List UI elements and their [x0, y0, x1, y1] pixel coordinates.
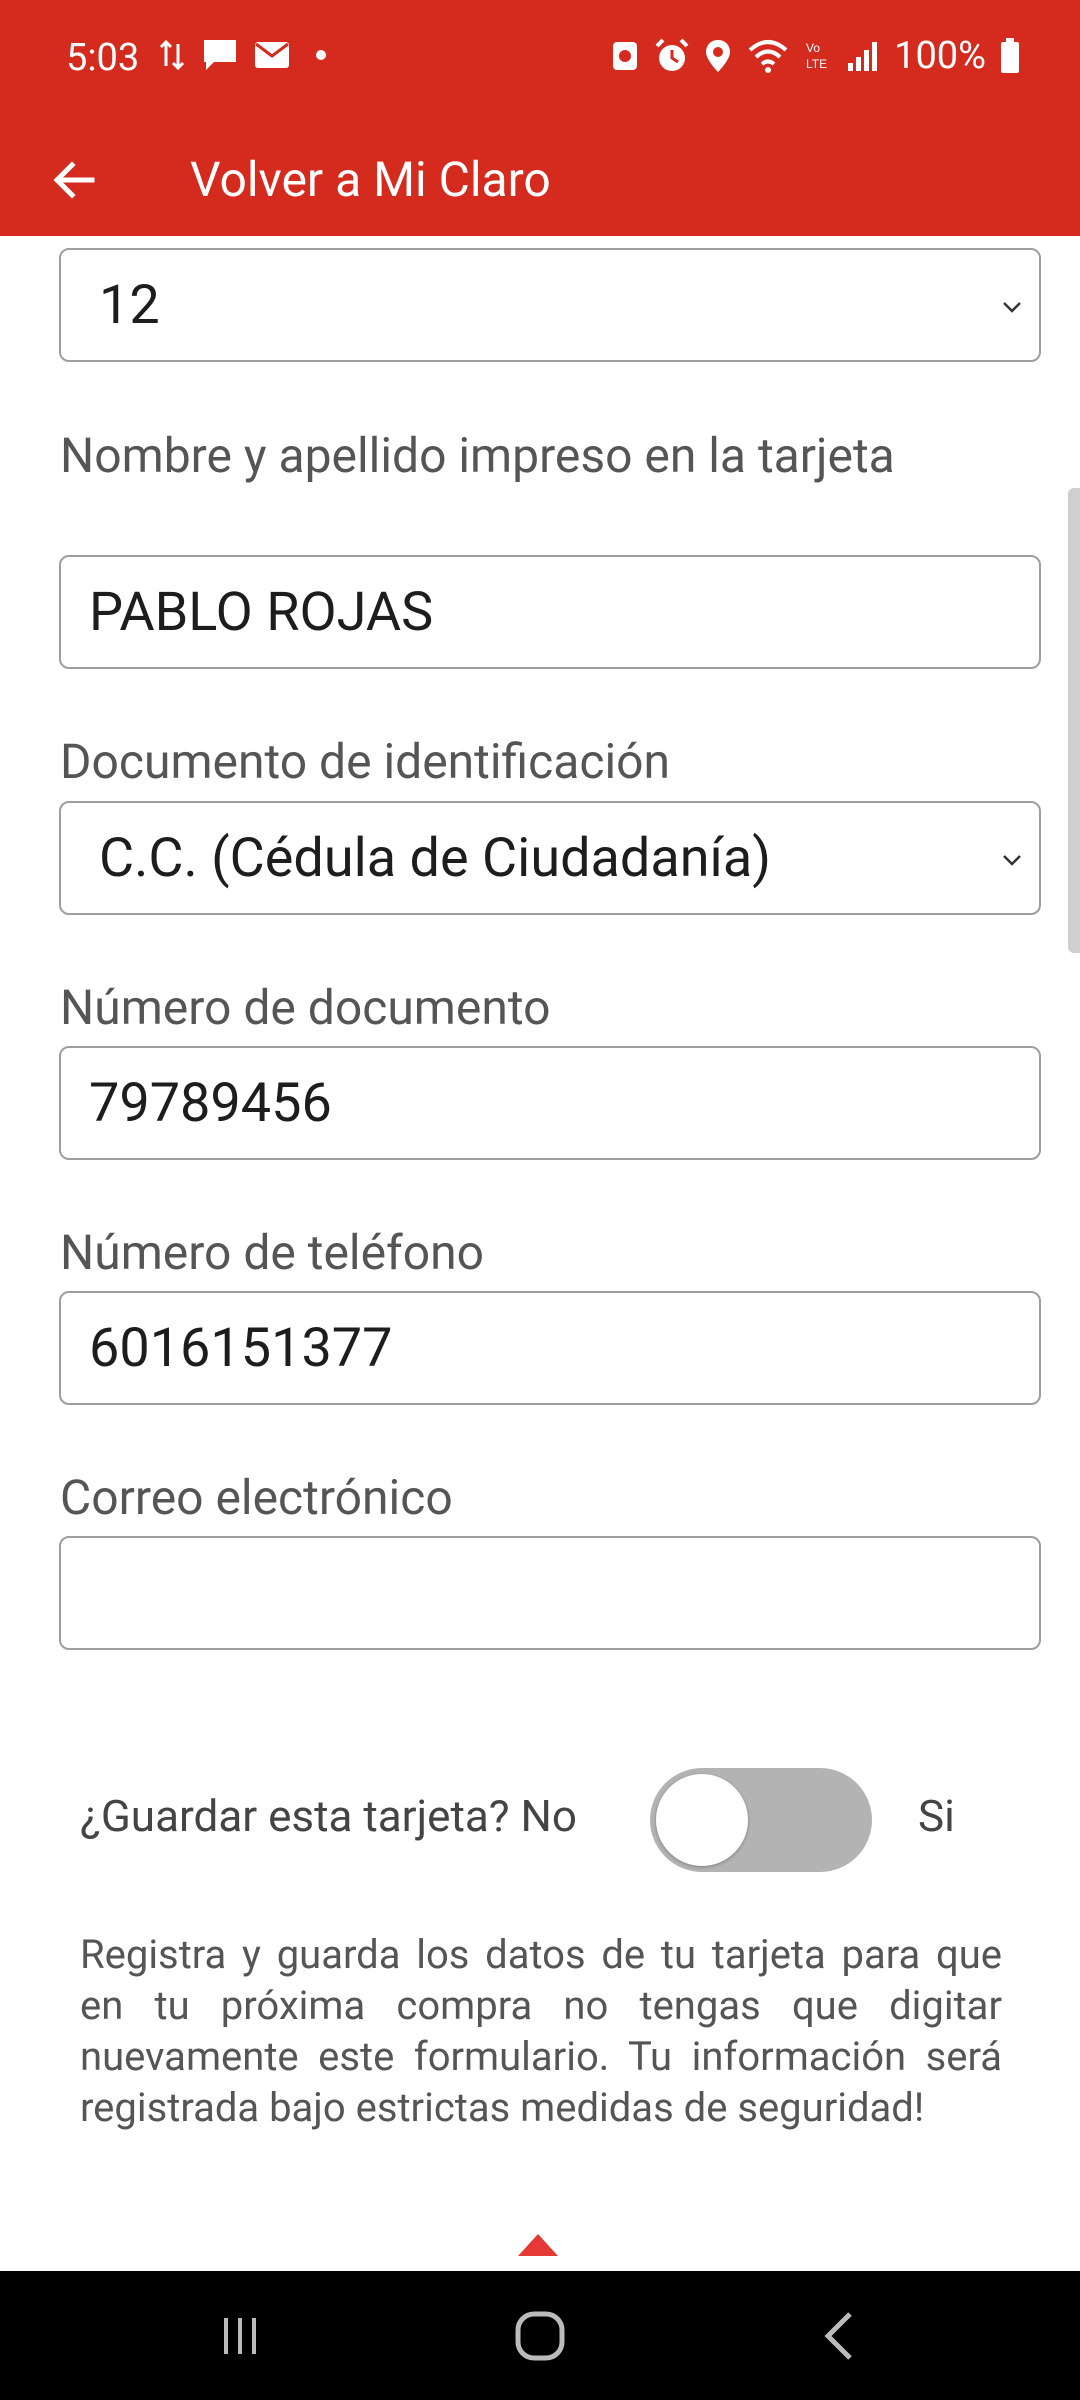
save-card-disclaimer: Registra y guarda los datos de tu tarjet… [80, 1931, 1002, 2131]
cardholder-name-value: PABLO ROJAS [89, 581, 434, 644]
location-icon [706, 40, 731, 72]
toggle-knob [656, 1774, 748, 1866]
battery-percent: 100% [894, 34, 986, 78]
status-bar: 5:03 Vo LTE 100% [0, 0, 1080, 124]
document-number-value: 79789456 [89, 1072, 332, 1135]
document-type-label: Documento de identificación [60, 733, 671, 790]
chat-icon [204, 40, 236, 70]
document-number-label: Número de documento [60, 979, 551, 1036]
scroll-up-arrow-icon[interactable] [518, 2232, 558, 2256]
volte-icon: Vo LTE [806, 41, 827, 71]
chevron-down-icon [1003, 302, 1021, 313]
system-back-button[interactable] [740, 2271, 940, 2400]
save-card-question: ¿Guardar esta tarjeta? No [80, 1790, 577, 1842]
email-label: Correo electrónico [60, 1469, 453, 1526]
data-transfer-icon [159, 39, 185, 71]
recent-apps-button[interactable] [140, 2271, 340, 2400]
dot-icon [316, 50, 326, 60]
document-number-field[interactable]: 79789456 [59, 1046, 1041, 1160]
alarm-icon [655, 38, 689, 71]
system-nav-bar [0, 2271, 1080, 2400]
status-time: 5:03 [66, 36, 140, 80]
phone-number-value: 6016151377 [89, 1317, 393, 1380]
document-type-value: C.C. (Cédula de Ciudadanía) [99, 827, 772, 890]
save-card-yes-label: Si [918, 1790, 955, 1842]
home-button[interactable] [440, 2271, 640, 2400]
back-icon [824, 2311, 852, 2360]
mail-icon [255, 42, 289, 68]
scrollbar[interactable] [1068, 488, 1080, 953]
recent-apps-icon [224, 2317, 256, 2354]
phone-number-label: Número de teléfono [60, 1224, 484, 1281]
email-field[interactable] [59, 1536, 1041, 1650]
status-right: Vo LTE 100% [610, 34, 1020, 78]
save-card-toggle[interactable] [650, 1768, 872, 1872]
status-left-icons [158, 38, 336, 72]
wifi-icon [748, 40, 788, 73]
expiry-month-select[interactable]: 12 [59, 248, 1041, 362]
cardholder-name-label: Nombre y apellido impreso en la tarjeta [60, 427, 895, 484]
arrow-left-icon[interactable] [44, 150, 104, 210]
document-type-select[interactable]: C.C. (Cédula de Ciudadanía) [59, 801, 1041, 915]
recycle-icon [613, 42, 638, 70]
signal-icon [848, 42, 878, 71]
app-bar: Volver a Mi Claro [0, 124, 1080, 236]
cardholder-name-field[interactable]: PABLO ROJAS [59, 555, 1041, 669]
home-icon [515, 2311, 565, 2360]
phone-number-field[interactable]: 6016151377 [59, 1291, 1041, 1405]
chevron-down-icon [1003, 855, 1021, 866]
svg-text:Vo: Vo [806, 41, 820, 55]
back-to-mi-claro-link[interactable]: Volver a Mi Claro [190, 150, 551, 210]
expiry-month-value: 12 [99, 274, 160, 337]
battery-icon [1001, 38, 1019, 73]
svg-text:LTE: LTE [806, 57, 827, 71]
